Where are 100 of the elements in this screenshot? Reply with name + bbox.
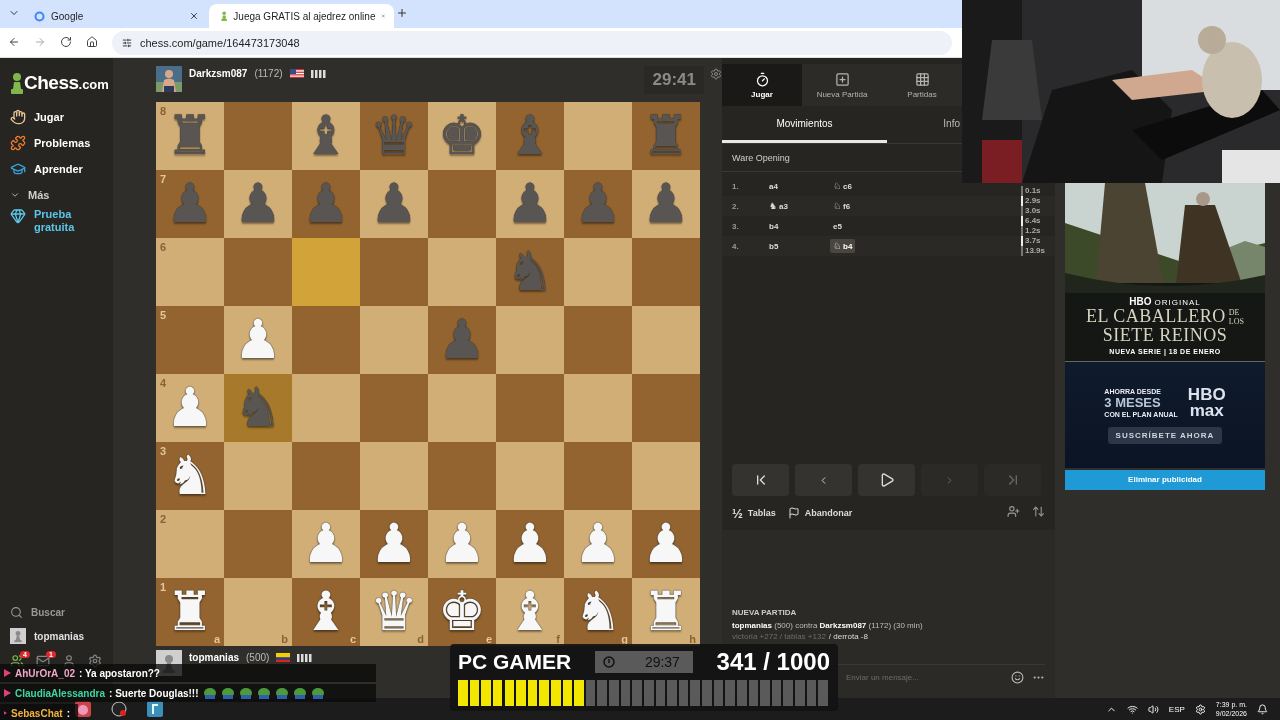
board-square[interactable] [360,442,428,510]
board-square[interactable]: 5 [156,306,224,374]
forward-icon[interactable] [34,35,46,48]
chess-piece[interactable]: ♟ [641,177,691,231]
panel-tab[interactable]: Jugar [722,64,802,106]
board-square[interactable] [632,238,700,306]
chess-piece[interactable]: ♝ [505,585,555,639]
chess-piece[interactable]: ♞ [165,449,215,503]
board-square[interactable]: ♟ [496,510,564,578]
move[interactable]: a4 [766,179,781,193]
move[interactable]: ♘ c6 [830,179,855,193]
player-name[interactable]: Darkzsm087 [189,68,248,79]
panel-tab[interactable]: Nueva Partida [802,64,882,106]
add-user-icon[interactable] [1007,505,1020,518]
chess-piece[interactable]: ♟ [505,177,555,231]
board-square[interactable]: ♞ [224,374,292,442]
chess-piece[interactable]: ♛ [369,585,419,639]
board-square[interactable] [496,374,564,442]
move[interactable]: b5 [766,239,782,253]
board-square[interactable] [292,306,360,374]
board-square[interactable]: ♟ [564,510,632,578]
back-icon[interactable] [8,35,20,48]
board-square[interactable] [496,306,564,374]
nav-item[interactable]: Problemas [10,130,113,156]
board-square[interactable]: ♟ [496,170,564,238]
chess-piece[interactable]: ♟ [437,517,487,571]
nav-item[interactable]: Jugar [10,104,113,130]
board-square[interactable]: ♟ [428,510,496,578]
new-tab-icon[interactable] [396,7,408,19]
board-square[interactable] [428,170,496,238]
player-name[interactable]: topmanias [189,652,239,663]
chess-piece[interactable]: ♜ [165,585,215,639]
logo-text[interactable]: Chess [24,72,79,94]
chess-piece[interactable]: ♟ [301,517,351,571]
search-link[interactable]: Buscar [10,600,113,624]
network-icon[interactable] [1126,703,1138,715]
board-square[interactable]: 6 [156,238,224,306]
board-square[interactable] [292,374,360,442]
chess-piece[interactable]: ♝ [301,585,351,639]
browser-tab[interactable]: Juega GRATIS al ajedrez online [209,4,394,28]
board-square[interactable] [564,442,632,510]
nav-item[interactable]: Aprender [10,156,113,182]
board-square[interactable] [360,238,428,306]
chess-piece[interactable]: ♟ [165,381,215,435]
chess-piece[interactable]: ♜ [165,109,215,163]
resign-button[interactable]: Abandonar [787,507,853,519]
board-square[interactable]: ♟ [360,170,428,238]
board-square[interactable] [428,442,496,510]
board-square[interactable] [224,102,292,170]
board-square[interactable] [564,306,632,374]
board-square[interactable]: ♟ [360,510,428,578]
board-square[interactable] [360,306,428,374]
chess-piece[interactable]: ♟ [641,517,691,571]
app-icon[interactable] [111,701,127,717]
move[interactable]: ♘ b4 [830,239,856,253]
nav-item[interactable]: Prueba gratuita [10,208,113,234]
board-square[interactable]: 2 [156,510,224,578]
browser-tab[interactable]: Google [22,4,207,28]
board-square[interactable] [428,374,496,442]
board-square[interactable] [496,442,564,510]
prev-button[interactable] [795,464,852,496]
chess-piece[interactable]: ♟ [369,177,419,231]
address-field[interactable]: chess.com/game/164473173048 [112,30,952,55]
board-square[interactable] [360,374,428,442]
board-square[interactable] [224,510,292,578]
move[interactable]: ♞ a3 [766,199,791,213]
close-icon[interactable] [189,11,199,21]
chess-piece[interactable]: ♟ [573,517,623,571]
board-square[interactable]: ♟ [224,170,292,238]
chess-piece[interactable]: ♟ [233,177,283,231]
first-button[interactable] [732,464,789,496]
play-button[interactable] [858,464,915,496]
board-square[interactable] [632,442,700,510]
chess-piece[interactable]: ♟ [505,517,555,571]
notification-icon[interactable] [1257,703,1268,715]
chess-piece[interactable]: ♟ [233,313,283,367]
board-square[interactable]: ♟ [632,510,700,578]
panel-subtab[interactable]: Info [887,106,961,143]
flip-board-icon[interactable] [1032,505,1045,518]
board-square[interactable] [428,238,496,306]
move[interactable]: b4 [766,219,782,233]
board-square[interactable]: ♚ [428,102,496,170]
nav-item[interactable]: Más [10,182,113,208]
board-square[interactable]: b [224,578,292,646]
chess-piece[interactable]: ♞ [573,585,623,639]
board-square[interactable] [292,442,360,510]
board-square[interactable] [224,442,292,510]
volume-icon[interactable] [1147,703,1159,715]
chess-piece[interactable]: ♝ [301,109,351,163]
board-square[interactable]: ♝ [292,102,360,170]
reload-icon[interactable] [60,35,72,48]
chess-piece[interactable]: ♚ [437,109,487,163]
profile-link[interactable]: topmanias [10,624,113,648]
board-square[interactable] [564,374,632,442]
home-icon[interactable] [86,35,98,48]
board-square[interactable]: ♟ [224,306,292,374]
board-square[interactable] [632,374,700,442]
move[interactable]: e5 [830,219,845,233]
remove-ads-button[interactable]: Eliminar publicidad [1065,469,1265,490]
draw-button[interactable]: ½ Tablas [732,505,776,521]
